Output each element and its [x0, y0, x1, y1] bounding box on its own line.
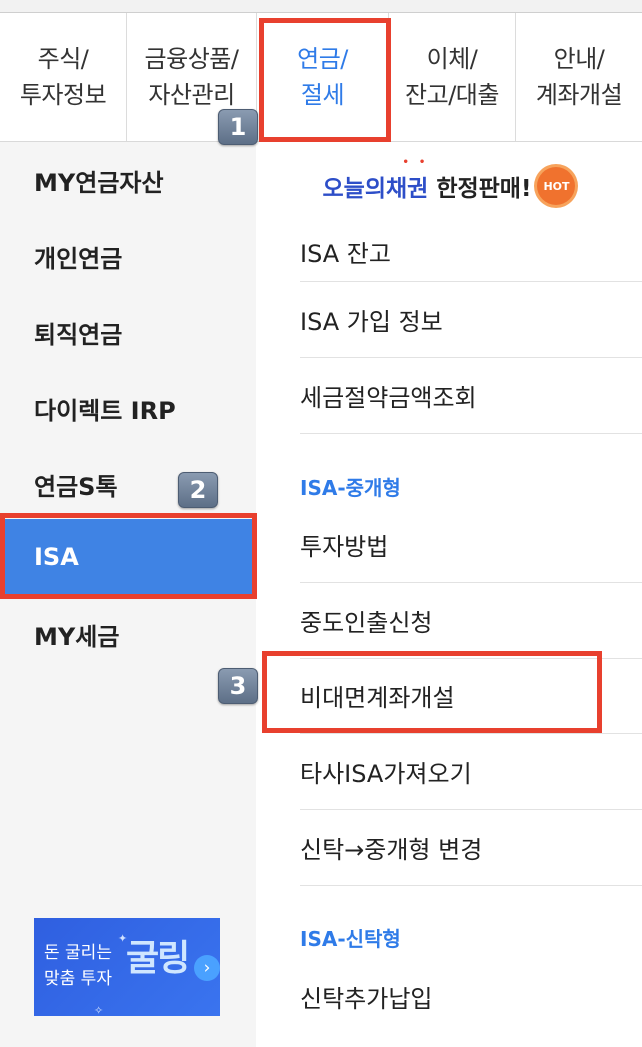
tab-label-line1: 주식/	[37, 45, 89, 73]
tab-label-line2: 계좌개설	[535, 81, 623, 109]
top-tab-bar: 주식/ 투자정보 금융상품/ 자산관리 연금/ 절세 이체/ 잔고/대출 안내/…	[0, 13, 642, 142]
step-badge: 3	[218, 668, 258, 704]
tab-label-line1: 안내/	[553, 45, 605, 73]
promo-text: 한정판매!	[436, 176, 532, 202]
right-menu-item[interactable]: 세금절약금액조회	[300, 358, 642, 434]
dots-decoration: ••	[402, 157, 436, 168]
tab-label-line2: 투자정보	[19, 81, 107, 109]
hot-badge: HOT	[537, 167, 576, 205]
left-menu-item[interactable]: 개인연금	[0, 218, 256, 294]
right-menu-item[interactable]: 신탁추가납입	[300, 958, 642, 1034]
promo-banner[interactable]: ✦ ✧ 돈 굴리는 맞춤 투자 굴링 ›	[34, 918, 220, 1016]
tab-pension-tax[interactable]: 연금/ 절세	[257, 13, 389, 141]
right-menu-item[interactable]: 신탁→중개형 변경	[300, 810, 642, 886]
section-header: ISA-신탁형	[300, 927, 401, 951]
promo-highlight: •• 오늘의채권	[322, 157, 429, 203]
tab-label-line1: 연금/	[297, 45, 348, 73]
right-menu-item[interactable]: 중도인출신청	[300, 583, 642, 659]
tab-label-line1: 금융상품/	[144, 45, 239, 73]
right-menu-item[interactable]: ISA 잔고	[300, 222, 642, 282]
tab-account-open[interactable]: 안내/ 계좌개설	[516, 13, 642, 141]
promo-bond-sale[interactable]: •• 오늘의채권 한정판매! HOT	[256, 142, 642, 230]
sparkle-icon: ✧	[94, 1004, 104, 1016]
left-menu-item[interactable]: MY연금자산	[0, 142, 256, 218]
tab-label-line2: 자산관리	[148, 81, 235, 109]
top-strip	[0, 0, 642, 13]
tab-label-line2: 절세	[300, 81, 345, 109]
banner-brand: 굴링	[126, 938, 190, 979]
section-header: ISA-중개형	[300, 476, 401, 500]
tab-label-line2: 잔고/대출	[405, 81, 499, 109]
right-menu-item[interactable]: 타사ISA가져오기	[300, 734, 642, 810]
step-badge: 2	[178, 472, 218, 508]
step-badge: 1	[218, 109, 258, 145]
left-menu-item[interactable]: 퇴직연금	[0, 294, 256, 370]
tab-stocks[interactable]: 주식/ 투자정보	[0, 13, 127, 141]
right-menu-item[interactable]: ISA 가입 정보	[300, 282, 642, 358]
promo-highlight-text: 오늘의채권	[322, 176, 429, 202]
right-menu-item-noncontact-account[interactable]: 비대면계좌개설	[300, 658, 642, 734]
tab-transfer[interactable]: 이체/ 잔고/대출	[389, 13, 516, 141]
right-menu-item[interactable]: 투자방법	[300, 507, 642, 583]
chevron-right-icon: ›	[194, 955, 220, 981]
left-menu-item-isa[interactable]: ISA	[0, 519, 256, 595]
left-menu-item[interactable]: 다이렉트 IRP	[0, 370, 256, 446]
left-menu-item[interactable]: MY세금	[0, 596, 256, 672]
tab-label-line1: 이체/	[426, 45, 478, 73]
